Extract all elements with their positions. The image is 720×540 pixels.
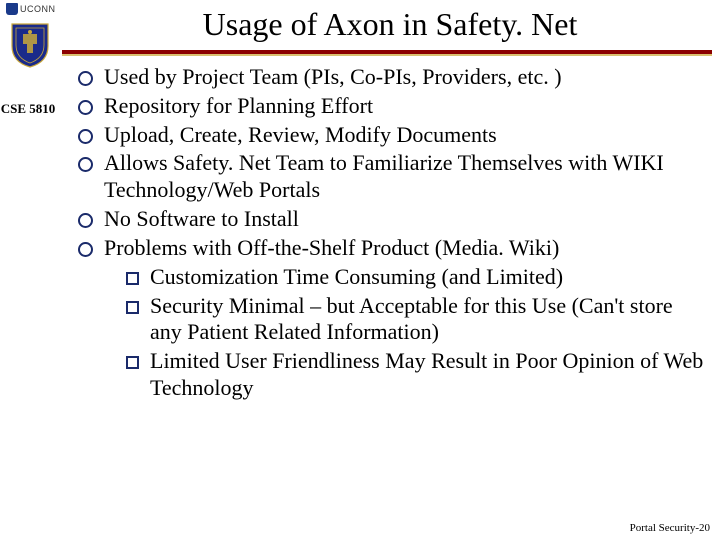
bullet-item: Problems with Off-the-Shelf Product (Med… xyxy=(72,235,708,402)
sub-bullet-item: Customization Time Consuming (and Limite… xyxy=(104,264,708,291)
bullet-text: Used by Project Team (PIs, Co-PIs, Provi… xyxy=(104,64,562,89)
bullet-text: Allows Safety. Net Team to Familiarize T… xyxy=(104,150,664,202)
bullet-item: Upload, Create, Review, Modify Documents xyxy=(72,122,708,149)
sub-bullet-text: Security Minimal – but Acceptable for th… xyxy=(150,293,673,345)
uconn-mini-shield-icon xyxy=(6,3,18,15)
bullet-item: Allows Safety. Net Team to Familiarize T… xyxy=(72,150,708,204)
bullet-text: No Software to Install xyxy=(104,206,299,231)
sub-bullet-item: Limited User Friendliness May Result in … xyxy=(104,348,708,402)
bullet-item: No Software to Install xyxy=(72,206,708,233)
bullet-text: Repository for Planning Effort xyxy=(104,93,373,118)
bullet-list: Used by Project Team (PIs, Co-PIs, Provi… xyxy=(72,64,708,402)
sub-bullet-text: Limited User Friendliness May Result in … xyxy=(150,348,703,400)
bullet-text: Upload, Create, Review, Modify Documents xyxy=(104,122,497,147)
course-code: CSE 5810 xyxy=(0,102,56,117)
university-shield-icon xyxy=(10,22,50,68)
bullet-item: Used by Project Team (PIs, Co-PIs, Provi… xyxy=(72,64,708,91)
slide: UCONN CSE 5810 Usage of Axon in Safety. … xyxy=(0,0,720,540)
slide-footer: Portal Security-20 xyxy=(630,522,710,534)
slide-content: Used by Project Team (PIs, Co-PIs, Provi… xyxy=(72,64,708,404)
sub-bullet-text: Customization Time Consuming (and Limite… xyxy=(150,264,563,289)
bullet-item: Repository for Planning Effort xyxy=(72,93,708,120)
slide-title: Usage of Axon in Safety. Net xyxy=(70,6,710,43)
uconn-wordmark: UCONN xyxy=(20,4,56,14)
title-underline xyxy=(62,50,712,54)
sub-bullet-list: Customization Time Consuming (and Limite… xyxy=(104,264,708,402)
sub-bullet-item: Security Minimal – but Acceptable for th… xyxy=(104,293,708,347)
uconn-logo: UCONN xyxy=(6,2,56,16)
bullet-text: Problems with Off-the-Shelf Product (Med… xyxy=(104,235,559,260)
sidebar: UCONN CSE 5810 xyxy=(0,0,60,540)
